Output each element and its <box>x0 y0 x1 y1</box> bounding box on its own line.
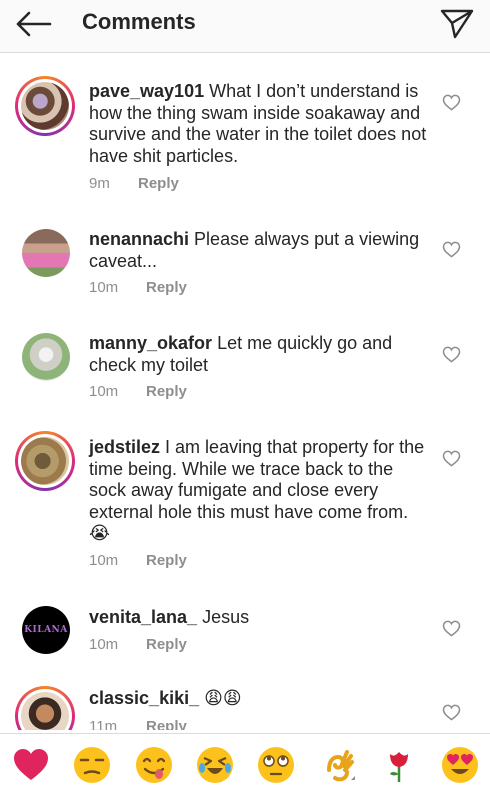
comment-time: 10m <box>89 383 119 400</box>
avatar <box>21 437 69 485</box>
comment-item: jedstilez I am leaving that property for… <box>0 428 490 578</box>
emoji-bar <box>0 733 490 797</box>
comment-meta: 10m Reply <box>89 383 187 400</box>
reply-button[interactable]: Reply <box>146 552 187 569</box>
comment-time: 10m <box>89 636 119 653</box>
comment-meta: 9m Reply <box>89 175 179 192</box>
comments-list[interactable]: pave_way101 What I don’t understand is h… <box>0 60 490 730</box>
heart-icon[interactable] <box>442 704 461 721</box>
rolling-on-floor-laughing-icon[interactable] <box>196 746 234 784</box>
reply-button[interactable]: Reply <box>146 383 187 400</box>
paper-plane-icon[interactable] <box>438 6 476 40</box>
comment-username[interactable]: nenannachi <box>89 229 189 249</box>
comment-body: 😩😩 <box>204 688 242 709</box>
comment-meta: 10m Reply <box>89 636 187 653</box>
arrow-left-icon[interactable] <box>14 8 54 40</box>
comment-item: nenannachi Please always put a viewing c… <box>0 220 490 310</box>
unamused-face-icon[interactable] <box>73 746 111 784</box>
comment-item: manny_okafor Let me quickly go and check… <box>0 324 490 414</box>
comment-username[interactable]: manny_okafor <box>89 333 212 353</box>
heart-icon[interactable] <box>442 241 461 258</box>
comment-meta: 10m Reply <box>89 279 187 296</box>
avatar[interactable] <box>22 333 70 381</box>
comment-item: KILANA venita_lana_ Jesus 10m Reply <box>0 598 490 678</box>
comment-time: 9m <box>89 175 110 192</box>
page-title: Comments <box>82 9 196 34</box>
comment-username[interactable]: classic_kiki_ <box>89 688 199 708</box>
comment-item: classic_kiki_ 😩😩 11m Reply <box>0 682 490 730</box>
comment-text: classic_kiki_ 😩😩 <box>89 688 429 710</box>
comment-text: jedstilez I am leaving that property for… <box>89 437 429 545</box>
face-savoring-food-icon[interactable] <box>135 746 173 784</box>
comment-username[interactable]: pave_way101 <box>89 81 204 101</box>
avatar-story-ring[interactable] <box>15 686 75 730</box>
comment-text: venita_lana_ Jesus <box>89 607 429 629</box>
face-with-rolling-eyes-icon[interactable] <box>257 746 295 784</box>
avatar-story-ring[interactable] <box>15 76 75 136</box>
comment-time: 11m <box>89 718 118 730</box>
heart-icon[interactable] <box>442 346 461 363</box>
comment-item: pave_way101 What I don’t understand is h… <box>0 60 490 210</box>
heart-icon[interactable] <box>442 94 461 111</box>
comment-time: 10m <box>89 552 119 569</box>
comment-username[interactable]: venita_lana_ <box>89 607 197 627</box>
heart-eyes-face-icon[interactable] <box>441 746 479 784</box>
comment-meta: 10m Reply <box>89 552 187 569</box>
red-heart-icon[interactable] <box>12 746 50 784</box>
ok-hand-icon[interactable] <box>320 746 358 784</box>
avatar <box>21 692 69 730</box>
avatar[interactable]: KILANA <box>22 606 70 654</box>
reply-button[interactable]: Reply <box>146 279 187 296</box>
comment-time: 10m <box>89 279 119 296</box>
avatar <box>21 82 69 130</box>
comment-body: Jesus <box>202 607 250 627</box>
comment-text: manny_okafor Let me quickly go and check… <box>89 333 429 376</box>
heart-icon[interactable] <box>442 450 461 467</box>
reply-button[interactable]: Reply <box>146 636 187 653</box>
comment-username[interactable]: jedstilez <box>89 437 160 457</box>
avatar[interactable] <box>22 229 70 277</box>
avatar-logo-text: KILANA <box>24 625 68 635</box>
reply-button[interactable]: Reply <box>138 175 179 192</box>
avatar-story-ring[interactable] <box>15 431 75 491</box>
comment-meta: 11m Reply <box>89 718 187 730</box>
comment-text: nenannachi Please always put a viewing c… <box>89 229 429 272</box>
reply-button[interactable]: Reply <box>146 718 187 730</box>
header-bar: Comments <box>0 0 490 53</box>
heart-icon[interactable] <box>442 620 461 637</box>
rose-icon[interactable] <box>380 746 418 784</box>
comment-text: pave_way101 What I don’t understand is h… <box>89 81 429 167</box>
